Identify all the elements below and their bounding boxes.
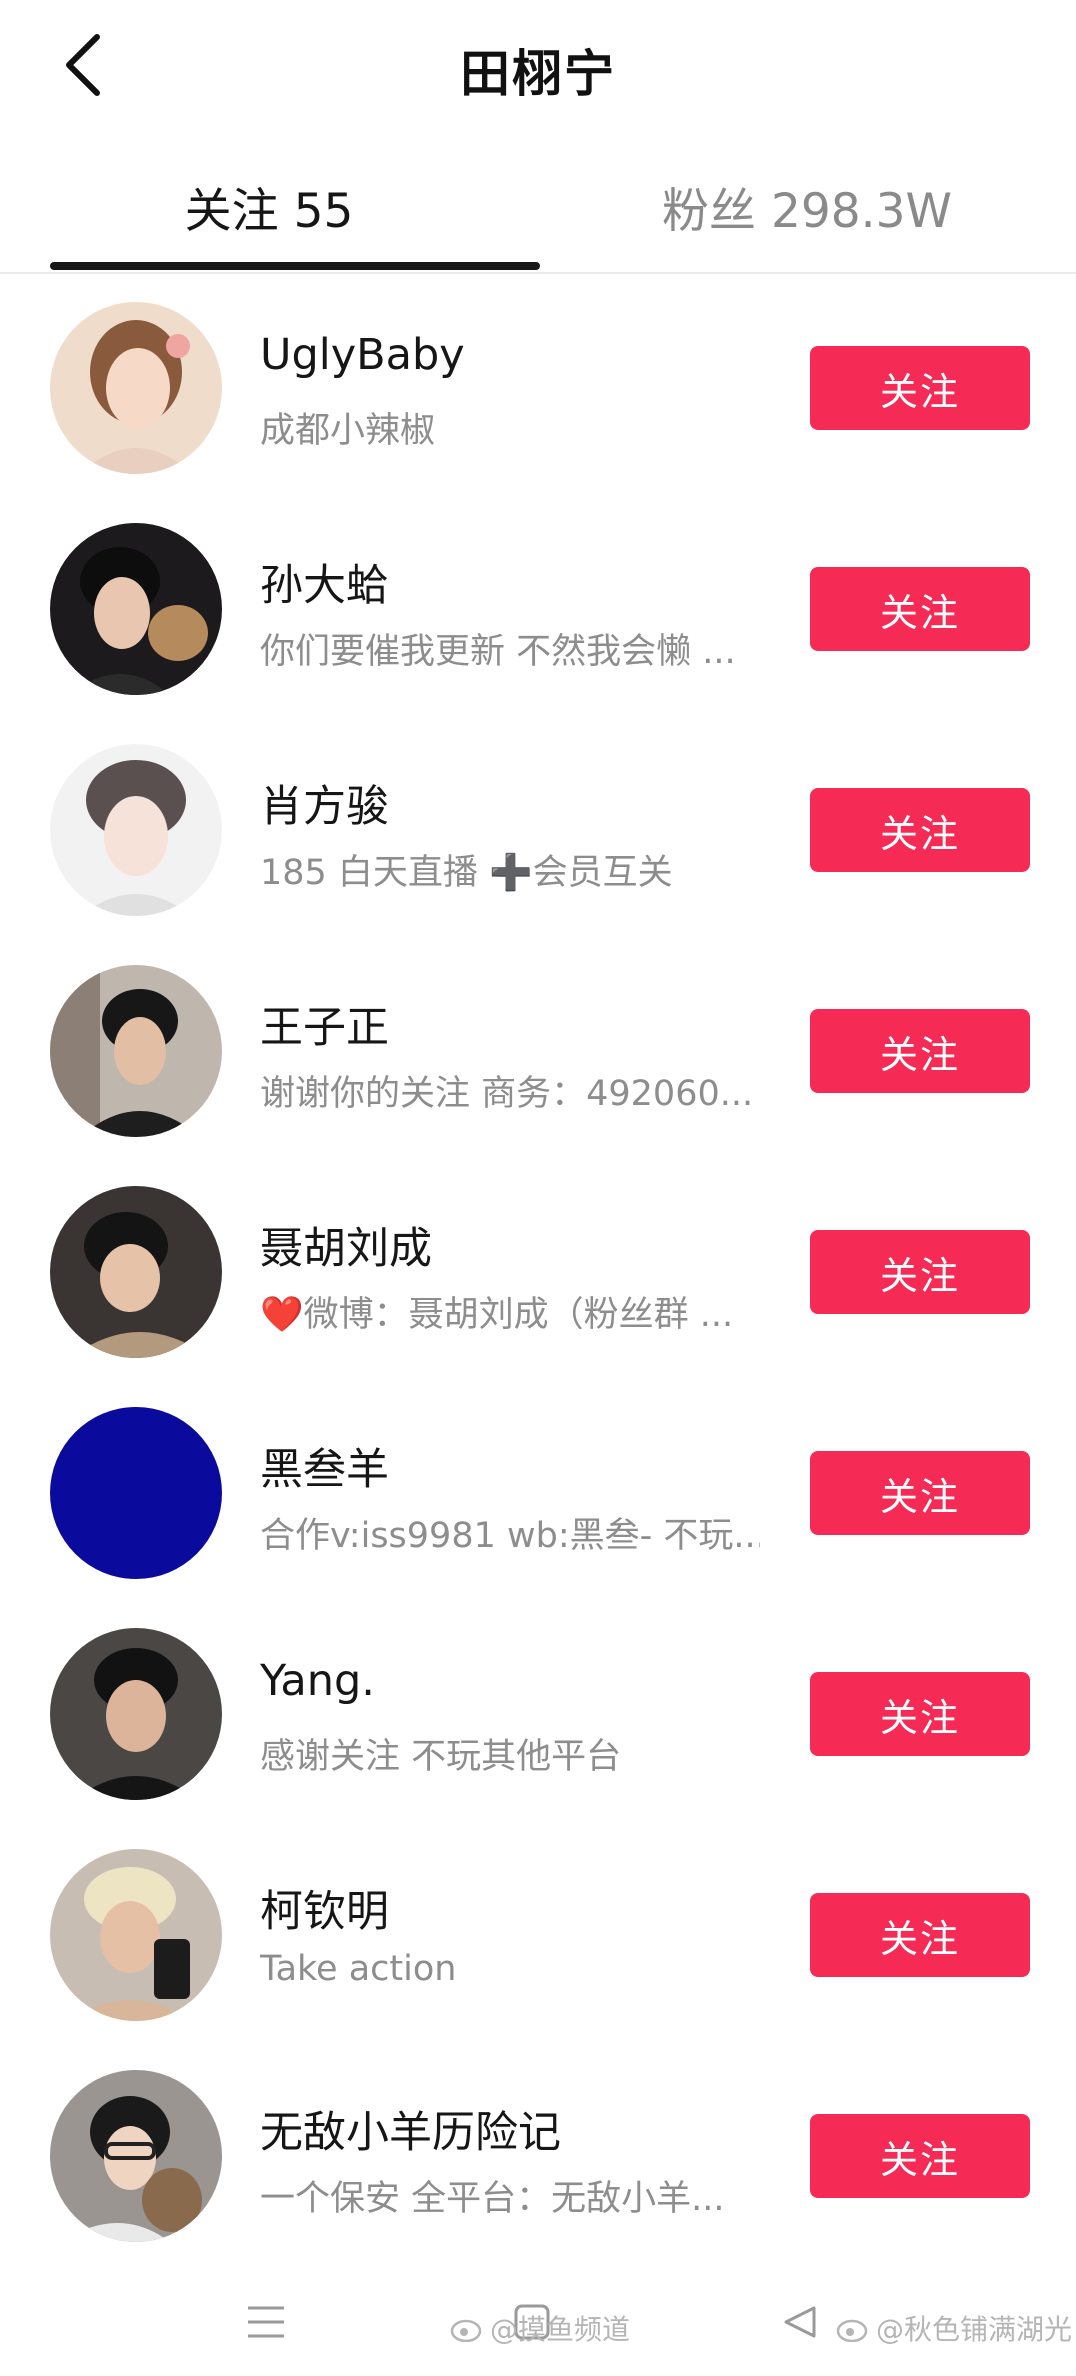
avatar[interactable] bbox=[50, 523, 222, 695]
user-bio: 你们要催我更新 不然我会懒 ... bbox=[260, 632, 736, 672]
user-name: 肖方骏 bbox=[260, 782, 389, 832]
user-bio: Take action bbox=[260, 1949, 457, 1989]
list-item[interactable]: Yang. 感谢关注 不玩其他平台 关注 bbox=[0, 1606, 1076, 1827]
system-nav-bar: @摸鱼频道 @秋色铺满湖光 bbox=[0, 2262, 1076, 2376]
user-name: 黑叁羊 bbox=[260, 1445, 389, 1495]
list-item[interactable]: 孙大蛤 你们要催我更新 不然我会懒 ... 关注 bbox=[0, 501, 1076, 722]
list-item[interactable]: 王子正 谢谢你的关注 商务：492060... 关注 bbox=[0, 943, 1076, 1164]
back-triangle-icon bbox=[784, 2306, 816, 2338]
user-name: 聂胡刘成 bbox=[260, 1224, 432, 1274]
list-item[interactable]: 肖方骏 185 白天直播 ➕会员互关 关注 bbox=[0, 722, 1076, 943]
following-list: UglyBaby 成都小辣椒 关注 孙大蛤 你们要催我更新 不然我会懒 ... … bbox=[0, 280, 1076, 2269]
watermark-left: @摸鱼频道 bbox=[450, 2308, 630, 2348]
menu-button[interactable] bbox=[226, 2282, 306, 2362]
tab-bar: 关注 55 粉丝 298.3W bbox=[0, 150, 1076, 274]
user-bio: 感谢关注 不玩其他平台 bbox=[260, 1737, 622, 1777]
avatar[interactable] bbox=[50, 2070, 222, 2242]
follow-button[interactable]: 关注 bbox=[810, 1009, 1030, 1093]
follow-button[interactable]: 关注 bbox=[810, 1451, 1030, 1535]
watermark-text: @摸鱼频道 bbox=[490, 2313, 631, 2346]
tab-fans[interactable]: 粉丝 298.3W bbox=[538, 172, 1076, 241]
list-item[interactable]: 聂胡刘成 ❤️微博：聂胡刘成（粉丝群 ... 关注 bbox=[0, 1164, 1076, 1385]
list-item[interactable]: UglyBaby 成都小辣椒 关注 bbox=[0, 280, 1076, 501]
back-nav-button[interactable] bbox=[760, 2282, 840, 2362]
user-bio: 185 白天直播 ➕会员互关 bbox=[260, 853, 673, 893]
user-bio: 一个保安 全平台：无敌小羊... bbox=[260, 2179, 725, 2219]
user-name: 柯钦明 bbox=[260, 1887, 389, 1937]
follow-button[interactable]: 关注 bbox=[810, 2114, 1030, 2198]
user-bio: 谢谢你的关注 商务：492060... bbox=[260, 1074, 754, 1114]
follow-button[interactable]: 关注 bbox=[810, 1893, 1030, 1977]
top-bar: 田栩宁 bbox=[0, 0, 1076, 140]
active-tab-indicator bbox=[50, 262, 540, 270]
follow-button[interactable]: 关注 bbox=[810, 1230, 1030, 1314]
user-bio: ❤️微博：聂胡刘成（粉丝群 ... bbox=[260, 1295, 734, 1335]
user-name: 无敌小羊历险记 bbox=[260, 2108, 561, 2158]
follow-button[interactable]: 关注 bbox=[810, 567, 1030, 651]
avatar[interactable] bbox=[50, 1186, 222, 1358]
user-bio: 成都小辣椒 bbox=[260, 411, 436, 451]
watermark-right: @秋色铺满湖光 bbox=[836, 2308, 1072, 2348]
menu-icon bbox=[248, 2306, 284, 2338]
list-item[interactable]: 柯钦明 Take action 关注 bbox=[0, 1827, 1076, 2048]
weibo-icon bbox=[836, 2319, 868, 2342]
list-item[interactable]: 黑叁羊 合作v:iss9981 wb:黑叁- 不玩... 关注 bbox=[0, 1385, 1076, 1606]
page-title: 田栩宁 bbox=[460, 45, 616, 103]
avatar[interactable] bbox=[50, 302, 222, 474]
avatar[interactable] bbox=[50, 1849, 222, 2021]
follow-button[interactable]: 关注 bbox=[810, 788, 1030, 872]
user-name: Yang. bbox=[260, 1656, 375, 1706]
avatar[interactable] bbox=[50, 1407, 222, 1579]
user-bio: 合作v:iss9981 wb:黑叁- 不玩... bbox=[260, 1516, 760, 1556]
list-item[interactable]: 无敌小羊历险记 一个保安 全平台：无敌小羊... 关注 bbox=[0, 2048, 1076, 2269]
tab-following[interactable]: 关注 55 bbox=[0, 172, 538, 241]
follow-button[interactable]: 关注 bbox=[810, 1672, 1030, 1756]
avatar[interactable] bbox=[50, 965, 222, 1137]
user-name: 王子正 bbox=[260, 1003, 389, 1053]
avatar[interactable] bbox=[50, 1628, 222, 1800]
weibo-icon bbox=[450, 2319, 482, 2342]
user-name: 孙大蛤 bbox=[260, 561, 389, 611]
watermark-text: @秋色铺满湖光 bbox=[876, 2313, 1073, 2346]
follow-button[interactable]: 关注 bbox=[810, 346, 1030, 430]
user-name: UglyBaby bbox=[260, 330, 465, 380]
avatar[interactable] bbox=[50, 744, 222, 916]
